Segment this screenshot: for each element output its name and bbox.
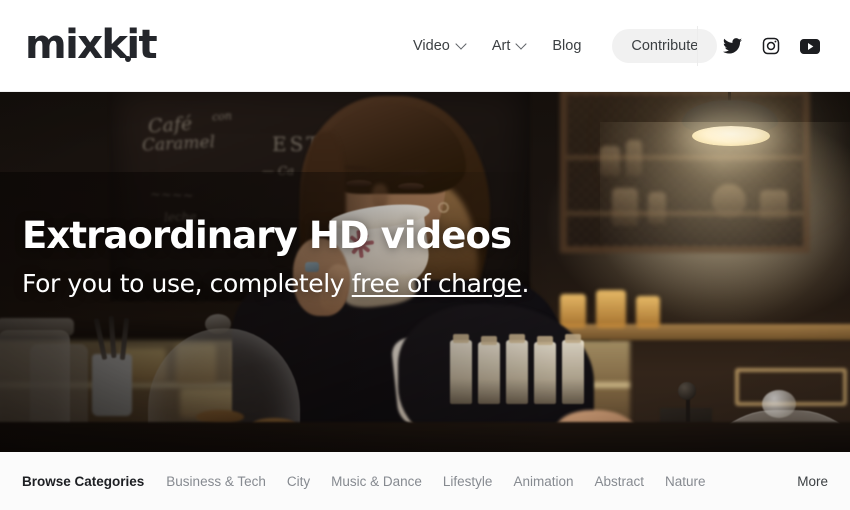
category-item-nature[interactable]: Nature [665, 474, 706, 489]
category-list: Business & Tech City Music & Dance Lifes… [166, 474, 797, 489]
main-nav: Video Art Blog Contribute [400, 0, 718, 92]
category-bar: Browse Categories Business & Tech City M… [0, 452, 850, 510]
categories-more-link[interactable]: More [797, 474, 828, 489]
nav-item-blog[interactable]: Blog [539, 31, 594, 61]
contribute-button[interactable]: Contribute [612, 29, 718, 63]
nav-item-art[interactable]: Art [479, 31, 540, 61]
hero-title: Extraordinary HD videos [22, 214, 512, 257]
header-divider [697, 26, 698, 66]
nav-item-blog-label: Blog [552, 38, 582, 54]
category-item-animation[interactable]: Animation [513, 474, 573, 489]
chevron-down-icon [517, 40, 526, 49]
chevron-down-icon [457, 40, 466, 49]
hero-subtitle-before: For you to use, completely [22, 269, 352, 298]
logo-accent-dot [125, 56, 131, 62]
twitter-icon[interactable] [722, 36, 742, 56]
browse-categories-label: Browse Categories [22, 473, 145, 489]
site-header: mixkit Video Art Blog Contribute [0, 0, 850, 92]
instagram-icon[interactable] [761, 36, 781, 56]
category-item-city[interactable]: City [287, 474, 310, 489]
nav-item-video[interactable]: Video [400, 31, 479, 61]
category-item-business-tech[interactable]: Business & Tech [166, 474, 266, 489]
social-links [722, 0, 820, 92]
page-root: mixkit Video Art Blog Contribute Café co… [0, 0, 850, 510]
site-logo-text: mixkit [25, 22, 158, 68]
hero-subtitle-link[interactable]: free of charge [352, 269, 522, 298]
youtube-icon[interactable] [800, 36, 820, 56]
hero-subtitle-after: . [521, 269, 529, 298]
category-item-abstract[interactable]: Abstract [594, 474, 644, 489]
hero-subtitle: For you to use, completely free of charg… [22, 268, 529, 300]
nav-item-art-label: Art [491, 38, 511, 54]
category-item-music-dance[interactable]: Music & Dance [331, 474, 422, 489]
hero-banner: Café con Caramel EST — Ca ~~~~ leche Ext… [0, 92, 850, 452]
nav-item-video-label: Video [413, 38, 450, 54]
site-logo[interactable]: mixkit [25, 22, 158, 68]
category-item-lifestyle[interactable]: Lifestyle [443, 474, 493, 489]
hero-copy: Extraordinary HD videos For you to use, … [22, 214, 529, 300]
